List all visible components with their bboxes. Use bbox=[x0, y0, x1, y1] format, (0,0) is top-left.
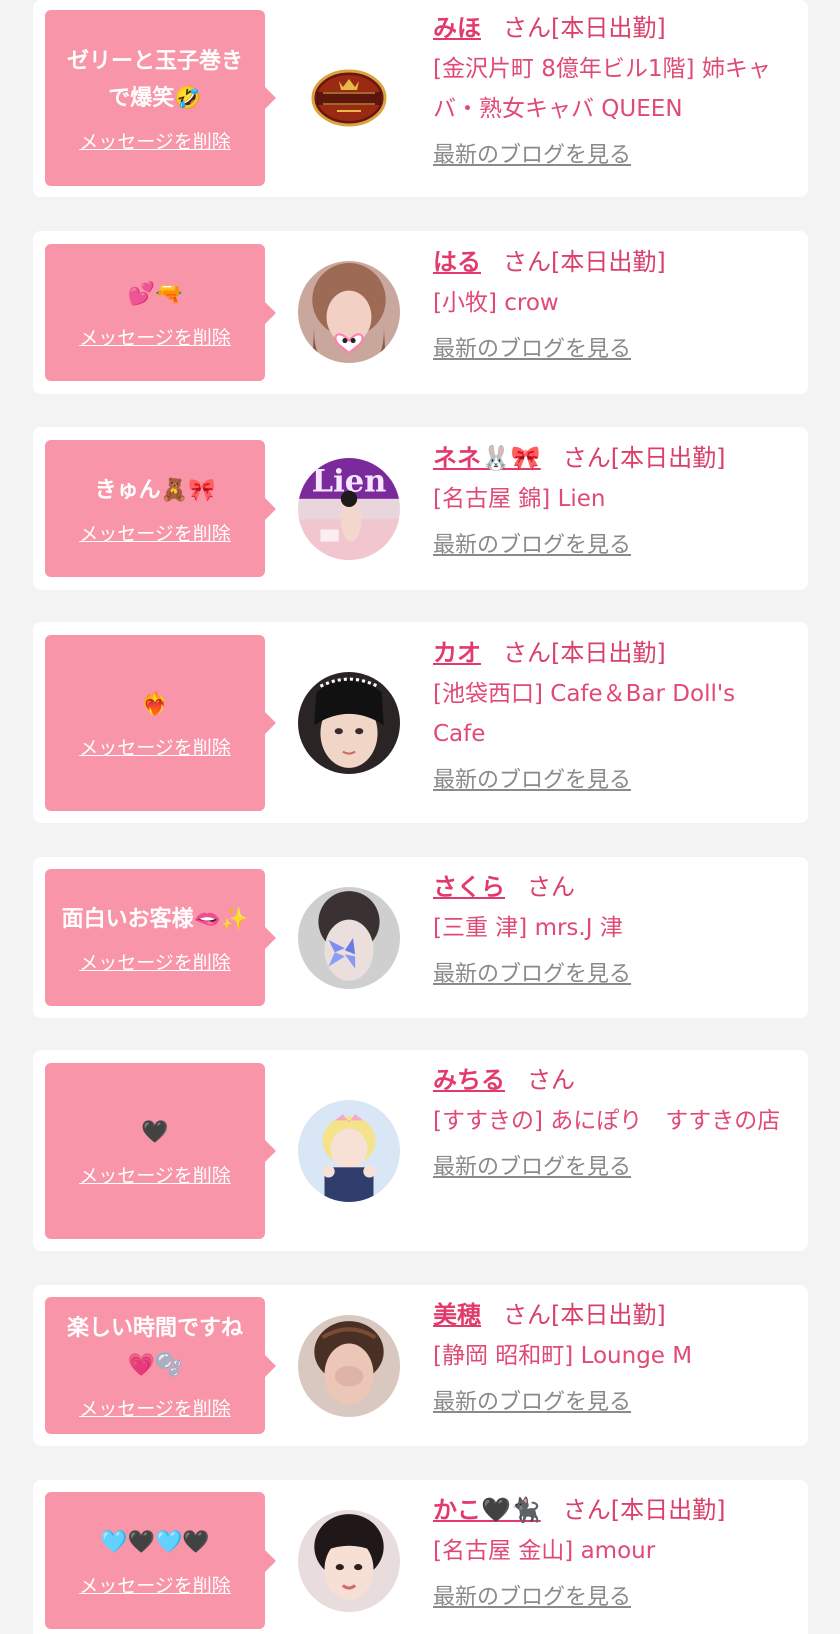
name-suffix: さん[本日出勤] bbox=[503, 248, 666, 276]
message-bubble: 面白いお客様🫦✨ メッセージを削除 bbox=[45, 869, 276, 1006]
message-card: 💕🔫 メッセージを削除 はる さん[本日出勤] [小牧] crow 最新のブログを… bbox=[33, 231, 808, 394]
shop-name: [小牧] crow bbox=[433, 290, 559, 316]
name-suffix: さん[本日出勤] bbox=[562, 444, 726, 472]
cast-name-link[interactable]: さくら bbox=[433, 873, 505, 901]
cast-name-link[interactable]: カオ bbox=[433, 639, 481, 667]
shop-name: [静岡 昭和町] Lounge M bbox=[433, 1343, 693, 1369]
cast-info: 美穂 さん[本日出勤] [静岡 昭和町] Lounge M 最新のブログを見る bbox=[433, 1298, 793, 1416]
shop-name: [三重 津] mrs.J 津 bbox=[433, 915, 623, 941]
latest-blog-link[interactable]: 最新のブログを見る bbox=[433, 527, 631, 559]
latest-blog-link[interactable]: 最新のブログを見る bbox=[433, 1149, 631, 1181]
name-line: みほ さん[本日出勤] bbox=[433, 11, 793, 45]
avatar[interactable] bbox=[298, 887, 400, 989]
message-card: きゅん🧸🎀 メッセージを削除 Lien ネネ🐰🎀 さん[本日出勤] [名古屋 錦]… bbox=[33, 427, 808, 590]
delete-message-button[interactable]: メッセージを削除 bbox=[79, 733, 231, 760]
cast-info: カオ さん[本日出勤] [池袋西口] Cafe＆Bar Doll's Cafe 最… bbox=[433, 636, 793, 794]
avatar-photo bbox=[298, 261, 400, 363]
name-suffix: さん[本日出勤] bbox=[503, 1301, 666, 1329]
message-text: ❤️‍🔥 bbox=[141, 692, 169, 717]
shop-name: [池袋西口] Cafe＆Bar Doll's Cafe bbox=[433, 681, 736, 747]
delete-message-button[interactable]: メッセージを削除 bbox=[79, 519, 231, 546]
message-card: 楽しい時間ですね 💗🫧 メッセージを削除 美穂 さん[本日出勤] [静岡 昭和町]… bbox=[33, 1285, 808, 1446]
avatar[interactable] bbox=[298, 672, 400, 774]
delete-message-button[interactable]: メッセージを削除 bbox=[79, 1161, 231, 1188]
name-suffix: さん[本日出勤] bbox=[562, 1496, 726, 1524]
message-card: ゼリーと玉子巻き で爆笑🤣 メッセージを削除 みほ さん[本日出勤] [金沢片町 … bbox=[33, 0, 808, 197]
cast-name-link[interactable]: はる bbox=[433, 248, 481, 276]
cast-name-link[interactable]: 美穂 bbox=[433, 1301, 481, 1329]
delete-message-button[interactable]: メッセージを削除 bbox=[79, 1394, 231, 1421]
name-line: さくら さん bbox=[433, 870, 793, 904]
name-line: かこ🖤🐈‍⬛ さん[本日出勤] bbox=[433, 1493, 793, 1527]
latest-blog-link[interactable]: 最新のブログを見る bbox=[433, 137, 631, 169]
latest-blog-link[interactable]: 最新のブログを見る bbox=[433, 331, 631, 363]
avatar[interactable] bbox=[298, 1510, 400, 1612]
delete-message-button[interactable]: メッセージを削除 bbox=[79, 1571, 231, 1598]
latest-blog-link[interactable]: 最新のブログを見る bbox=[433, 1384, 631, 1416]
message-text: きゅん🧸🎀 bbox=[94, 477, 216, 503]
avatar-photo bbox=[298, 1315, 400, 1417]
shop-name: [すすきの] あにぽり すすきの店 bbox=[433, 1108, 781, 1134]
avatar[interactable] bbox=[298, 1100, 400, 1202]
avatar-photo bbox=[298, 887, 400, 989]
message-bubble: ゼリーと玉子巻き で爆笑🤣 メッセージを削除 bbox=[45, 10, 276, 186]
message-text: 楽しい時間ですね 💗🫧 bbox=[66, 1316, 243, 1378]
cast-name-link[interactable]: みほ bbox=[433, 14, 481, 42]
name-line: みちる さん bbox=[433, 1063, 793, 1097]
message-text: 面白いお客様🫦✨ bbox=[61, 906, 249, 932]
message-list: ゼリーと玉子巻き で爆笑🤣 メッセージを削除 みほ さん[本日出勤] [金沢片町 … bbox=[0, 0, 840, 1634]
message-text: 🩵🖤🩵🖤 bbox=[100, 1529, 210, 1555]
message-card: 面白いお客様🫦✨ メッセージを削除 さくら さん [三重 津] mrs.J 津 最… bbox=[33, 857, 808, 1018]
avatar[interactable]: Lien bbox=[298, 458, 400, 560]
delete-message-button[interactable]: メッセージを削除 bbox=[79, 127, 231, 154]
cast-info: ネネ🐰🎀 さん[本日出勤] [名古屋 錦] Lien 最新のブログを見る bbox=[433, 441, 793, 559]
shop-name: [名古屋 金山] amour bbox=[433, 1538, 656, 1564]
cast-name-link[interactable]: みちる bbox=[433, 1066, 505, 1094]
message-bubble: 💕🔫 メッセージを削除 bbox=[45, 244, 276, 381]
cast-info: はる さん[本日出勤] [小牧] crow 最新のブログを見る bbox=[433, 245, 793, 363]
name-suffix: さん[本日出勤] bbox=[503, 14, 666, 42]
cast-info: かこ🖤🐈‍⬛ さん[本日出勤] [名古屋 金山] amour 最新のブログを見る bbox=[433, 1493, 793, 1611]
message-text: 💕🔫 bbox=[127, 281, 183, 307]
message-bubble: きゅん🧸🎀 メッセージを削除 bbox=[45, 440, 276, 577]
cast-name-link[interactable]: かこ🖤🐈‍⬛ bbox=[433, 1496, 541, 1524]
avatar-photo bbox=[298, 1100, 400, 1202]
name-suffix: さん bbox=[527, 1066, 575, 1094]
avatar-photo: Lien bbox=[298, 458, 400, 560]
name-suffix: さん[本日出勤] bbox=[503, 639, 666, 667]
name-line: カオ さん[本日出勤] bbox=[433, 636, 793, 670]
message-card: ❤️‍🔥 メッセージを削除 カオ さん[本日出勤] [池袋西口] Cafe＆Bar… bbox=[33, 622, 808, 823]
cast-info: みちる さん [すすきの] あにぽり すすきの店 最新のブログを見る bbox=[433, 1063, 793, 1181]
name-line: 美穂 さん[本日出勤] bbox=[433, 1298, 793, 1332]
avatar-photo bbox=[298, 672, 400, 774]
delete-message-button[interactable]: メッセージを削除 bbox=[79, 323, 231, 350]
message-card: 🖤 メッセージを削除 みちる さん [すすきの] あにぽり すすきの店 最新のブロ… bbox=[33, 1050, 808, 1251]
shop-name: [名古屋 錦] Lien bbox=[433, 486, 606, 512]
message-text: ゼリーと玉子巻き で爆笑🤣 bbox=[66, 48, 243, 111]
avatar[interactable] bbox=[298, 47, 400, 149]
message-bubble: 🖤 メッセージを削除 bbox=[45, 1063, 276, 1239]
shop-name: [金沢片町 8億年ビル1階] 姉キャバ・熟女キャバ QUEEN bbox=[433, 56, 771, 122]
avatar[interactable] bbox=[298, 1315, 400, 1417]
name-line: ネネ🐰🎀 さん[本日出勤] bbox=[433, 441, 793, 475]
message-bubble: ❤️‍🔥 メッセージを削除 bbox=[45, 635, 276, 811]
message-bubble: 楽しい時間ですね 💗🫧 メッセージを削除 bbox=[45, 1297, 276, 1434]
name-suffix: さん bbox=[527, 873, 575, 901]
cast-info: みほ さん[本日出勤] [金沢片町 8億年ビル1階] 姉キャバ・熟女キャバ QUE… bbox=[433, 11, 793, 169]
name-line: はる さん[本日出勤] bbox=[433, 245, 793, 279]
cast-info: さくら さん [三重 津] mrs.J 津 最新のブログを見る bbox=[433, 870, 793, 988]
message-card: 🩵🖤🩵🖤 メッセージを削除 かこ🖤🐈‍⬛ さん[本日出勤] [名古屋 金山] am… bbox=[33, 1480, 808, 1634]
latest-blog-link[interactable]: 最新のブログを見る bbox=[433, 1579, 631, 1611]
cast-name-link[interactable]: ネネ🐰🎀 bbox=[433, 444, 541, 472]
message-bubble: 🩵🖤🩵🖤 メッセージを削除 bbox=[45, 1492, 276, 1629]
delete-message-button[interactable]: メッセージを削除 bbox=[79, 948, 231, 975]
message-text: 🖤 bbox=[141, 1120, 169, 1145]
avatar-photo bbox=[298, 1510, 400, 1612]
queen-logo-icon bbox=[311, 69, 387, 127]
latest-blog-link[interactable]: 最新のブログを見る bbox=[433, 956, 631, 988]
latest-blog-link[interactable]: 最新のブログを見る bbox=[433, 762, 631, 794]
avatar[interactable] bbox=[298, 261, 400, 363]
